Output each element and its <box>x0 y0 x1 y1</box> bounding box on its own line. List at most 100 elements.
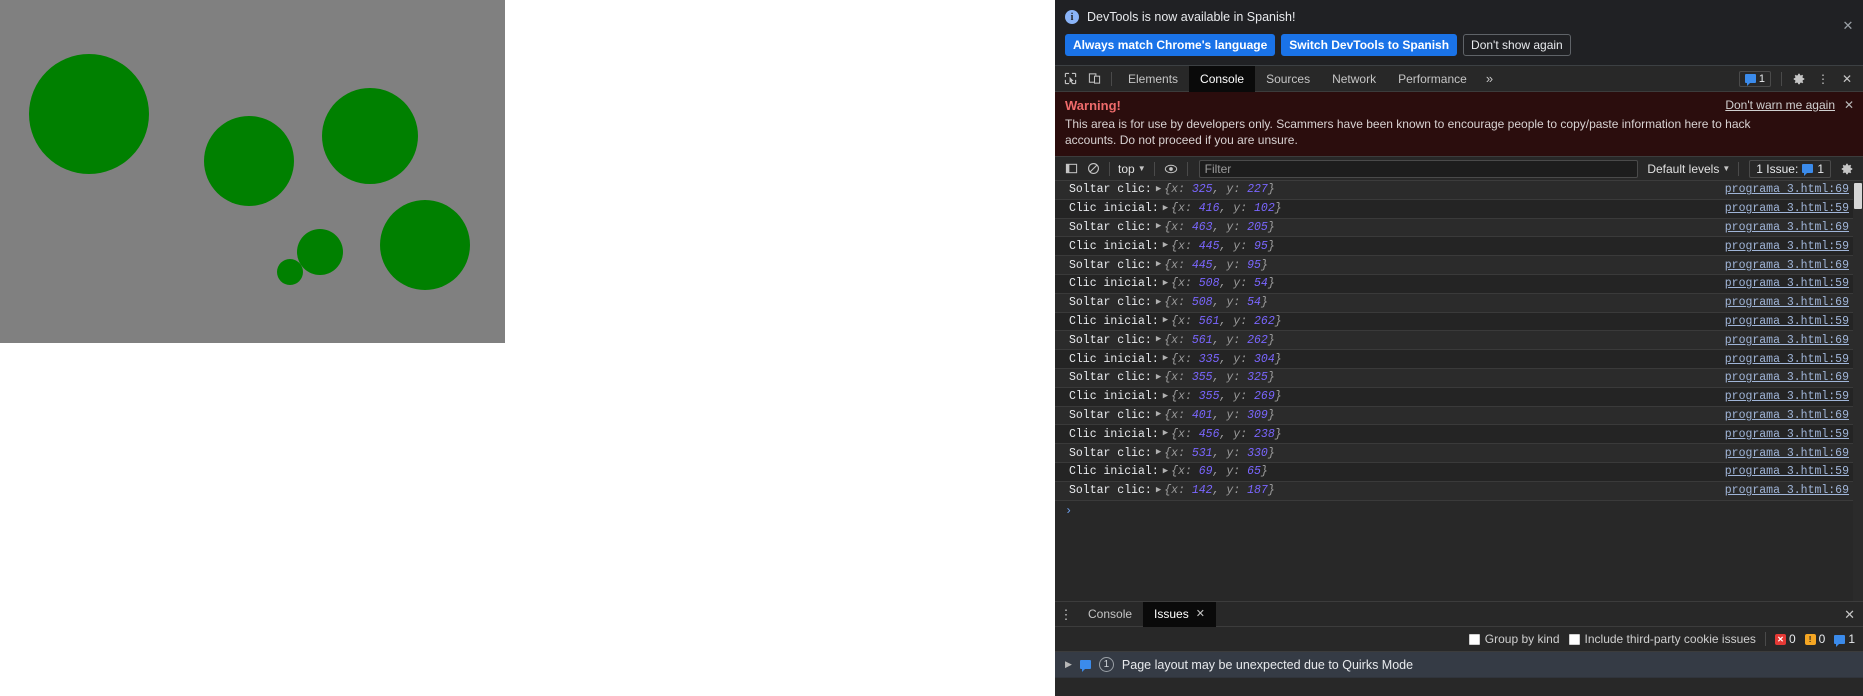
console-log-source-link[interactable]: programa 3.html:59 <box>1725 390 1849 403</box>
console-log-row[interactable]: Clic inicial: ▶ {x: 69, y: 65} programa 3.h… <box>1055 462 1863 482</box>
console-log-source-link[interactable]: programa 3.html:59 <box>1725 202 1849 215</box>
dont-show-again-button[interactable]: Don't show again <box>1463 34 1571 56</box>
console-log-source-link[interactable]: programa 3.html:69 <box>1725 183 1849 196</box>
expand-object-icon[interactable]: ▶ <box>1163 353 1168 363</box>
console-log-row[interactable]: Clic inicial: ▶ {x: 416, y: 102} programa 3… <box>1055 199 1863 219</box>
drawer-menu-icon[interactable]: ⋮ <box>1055 602 1077 627</box>
console-log-source-link[interactable]: programa 3.html:59 <box>1725 315 1849 328</box>
canvas-circle[interactable] <box>277 259 303 285</box>
warning-count-group[interactable]: ! 0 <box>1804 632 1825 646</box>
expand-object-icon[interactable]: ▶ <box>1156 184 1161 194</box>
close-drawer-icon[interactable]: ✕ <box>1836 602 1863 627</box>
group-by-kind-checkbox[interactable]: Group by kind <box>1468 632 1560 646</box>
console-log-row[interactable]: Clic inicial: ▶ {x: 561, y: 262} programa 3… <box>1055 312 1863 332</box>
canvas-circle[interactable] <box>297 229 343 275</box>
live-expression-icon[interactable] <box>1160 158 1182 180</box>
console-log-source-link[interactable]: programa 3.html:69 <box>1725 371 1849 384</box>
expand-object-icon[interactable]: ▶ <box>1163 240 1168 250</box>
canvas-circle[interactable] <box>204 116 294 206</box>
console-log-source-link[interactable]: programa 3.html:69 <box>1725 259 1849 272</box>
clear-console-icon[interactable] <box>1082 158 1104 180</box>
drawer-tab-console[interactable]: Console <box>1077 602 1143 627</box>
console-log-source-link[interactable]: programa 3.html:69 <box>1725 334 1849 347</box>
console-log-row[interactable]: Clic inicial: ▶ {x: 445, y: 95} programa 3.… <box>1055 237 1863 257</box>
console-log-row[interactable]: Clic inicial: ▶ {x: 456, y: 238} programa 3… <box>1055 425 1863 445</box>
console-log-source-link[interactable]: programa 3.html:69 <box>1725 447 1849 460</box>
expand-object-icon[interactable]: ▶ <box>1156 372 1161 382</box>
console-log-source-link[interactable]: programa 3.html:69 <box>1725 409 1849 422</box>
console-log-source-link[interactable]: programa 3.html:59 <box>1725 240 1849 253</box>
drawing-canvas[interactable] <box>0 0 505 343</box>
inspect-element-icon[interactable] <box>1058 67 1082 91</box>
drawer-tab-issues[interactable]: Issues ✕ <box>1143 601 1216 627</box>
console-log-row[interactable]: Clic inicial: ▶ {x: 335, y: 304} programa 3… <box>1055 350 1863 369</box>
console-log-row[interactable]: Clic inicial: ▶ {x: 508, y: 54} programa 3.… <box>1055 274 1863 294</box>
tab-elements[interactable]: Elements <box>1117 66 1189 92</box>
console-sidebar-icon[interactable] <box>1060 158 1082 180</box>
info-count-group[interactable]: 1 <box>1834 632 1855 647</box>
issue-row-quirks-mode[interactable]: ▶ 1 Page layout may be unexpected due to… <box>1055 652 1863 678</box>
close-icon[interactable]: ✕ <box>1196 602 1205 627</box>
expand-object-icon[interactable]: ▶ <box>1156 334 1161 344</box>
checkbox-box[interactable] <box>1468 633 1480 645</box>
close-devtools-icon[interactable]: ✕ <box>1835 67 1859 91</box>
console-log-row[interactable]: Soltar clic: ▶ {x: 142, y: 187} programa 3.… <box>1055 481 1863 501</box>
console-log-row[interactable]: Soltar clic: ▶ {x: 508, y: 54} programa 3.h… <box>1055 293 1863 313</box>
console-log-row[interactable]: Soltar clic: ▶ {x: 445, y: 95} programa 3.h… <box>1055 256 1863 275</box>
execution-context-selector[interactable]: top ▼ <box>1115 162 1149 176</box>
canvas-circle[interactable] <box>29 54 149 174</box>
expand-object-icon[interactable]: ▶ <box>1156 485 1161 495</box>
device-toolbar-icon[interactable] <box>1082 67 1106 91</box>
tab-sources[interactable]: Sources <box>1255 66 1321 92</box>
canvas-circle[interactable] <box>322 88 418 184</box>
expand-object-icon[interactable]: ▶ <box>1163 203 1168 213</box>
console-log-source-link[interactable]: programa 3.html:59 <box>1725 465 1849 478</box>
expand-object-icon[interactable]: ▶ <box>1163 315 1168 325</box>
expand-object-icon[interactable]: ▶ <box>1156 297 1161 307</box>
gear-icon[interactable] <box>1836 158 1858 180</box>
expand-object-icon[interactable]: ▶ <box>1163 466 1168 476</box>
console-message-list[interactable]: Soltar clic: ▶ {x: 325, y: 227} programa 3.… <box>1055 181 1863 601</box>
expand-object-icon[interactable]: ▶ <box>1163 428 1168 438</box>
tab-console[interactable]: Console <box>1189 65 1256 92</box>
expand-object-icon[interactable]: ▶ <box>1156 259 1161 269</box>
console-log-row[interactable]: Soltar clic: ▶ {x: 561, y: 262} programa 3.… <box>1055 331 1863 351</box>
expand-object-icon[interactable]: ▶ <box>1156 447 1161 457</box>
close-icon[interactable]: ✕ <box>1840 18 1856 34</box>
console-log-row[interactable]: Soltar clic: ▶ {x: 401, y: 309} programa 3.… <box>1055 406 1863 426</box>
switch-devtools-to-spanish-button[interactable]: Switch DevTools to Spanish <box>1281 34 1458 56</box>
more-tabs-icon[interactable]: » <box>1478 71 1501 86</box>
kebab-menu-icon[interactable]: ⋮ <box>1811 67 1835 91</box>
console-log-source-link[interactable]: programa 3.html:69 <box>1725 484 1849 497</box>
console-issues-button[interactable]: 1 Issue: 1 <box>1749 159 1831 178</box>
expand-object-icon[interactable]: ▶ <box>1156 221 1161 231</box>
console-filter-input[interactable] <box>1198 159 1639 178</box>
dont-warn-me-again-link[interactable]: Don't warn me again <box>1725 98 1835 112</box>
canvas-circle[interactable] <box>380 200 470 290</box>
console-scrollbar-thumb[interactable] <box>1854 183 1862 209</box>
console-log-row[interactable]: Soltar clic: ▶ {x: 463, y: 205} programa 3.… <box>1055 218 1863 238</box>
console-log-source-link[interactable]: programa 3.html:69 <box>1725 221 1849 234</box>
console-log-row[interactable]: Soltar clic: ▶ {x: 325, y: 227} programa 3.… <box>1055 181 1863 200</box>
log-levels-selector[interactable]: Default levels ▼ <box>1644 162 1733 176</box>
checkbox-box[interactable] <box>1568 633 1580 645</box>
console-log-source-link[interactable]: programa 3.html:69 <box>1725 296 1849 309</box>
chevron-right-icon[interactable]: ▶ <box>1065 659 1072 670</box>
tab-performance[interactable]: Performance <box>1387 66 1478 92</box>
expand-object-icon[interactable]: ▶ <box>1156 409 1161 419</box>
console-log-row[interactable]: Clic inicial: ▶ {x: 355, y: 269} programa 3… <box>1055 387 1863 407</box>
issues-counter-chip[interactable]: 1 <box>1738 70 1771 87</box>
close-icon[interactable]: ✕ <box>1844 98 1854 112</box>
expand-object-icon[interactable]: ▶ <box>1163 278 1168 288</box>
gear-icon[interactable] <box>1787 67 1811 91</box>
expand-object-icon[interactable]: ▶ <box>1163 391 1168 401</box>
console-prompt[interactable]: › <box>1055 500 1863 521</box>
console-log-row[interactable]: Soltar clic: ▶ {x: 355, y: 325} programa 3.… <box>1055 368 1863 388</box>
console-log-row[interactable]: Soltar clic: ▶ {x: 531, y: 330} programa 3.… <box>1055 444 1863 463</box>
error-count-group[interactable]: ✕ 0 <box>1774 632 1796 646</box>
console-log-source-link[interactable]: programa 3.html:59 <box>1725 277 1849 290</box>
console-log-source-link[interactable]: programa 3.html:59 <box>1725 353 1849 366</box>
console-log-source-link[interactable]: programa 3.html:59 <box>1725 428 1849 441</box>
console-scrollbar[interactable] <box>1853 181 1863 601</box>
tab-network[interactable]: Network <box>1321 66 1387 92</box>
